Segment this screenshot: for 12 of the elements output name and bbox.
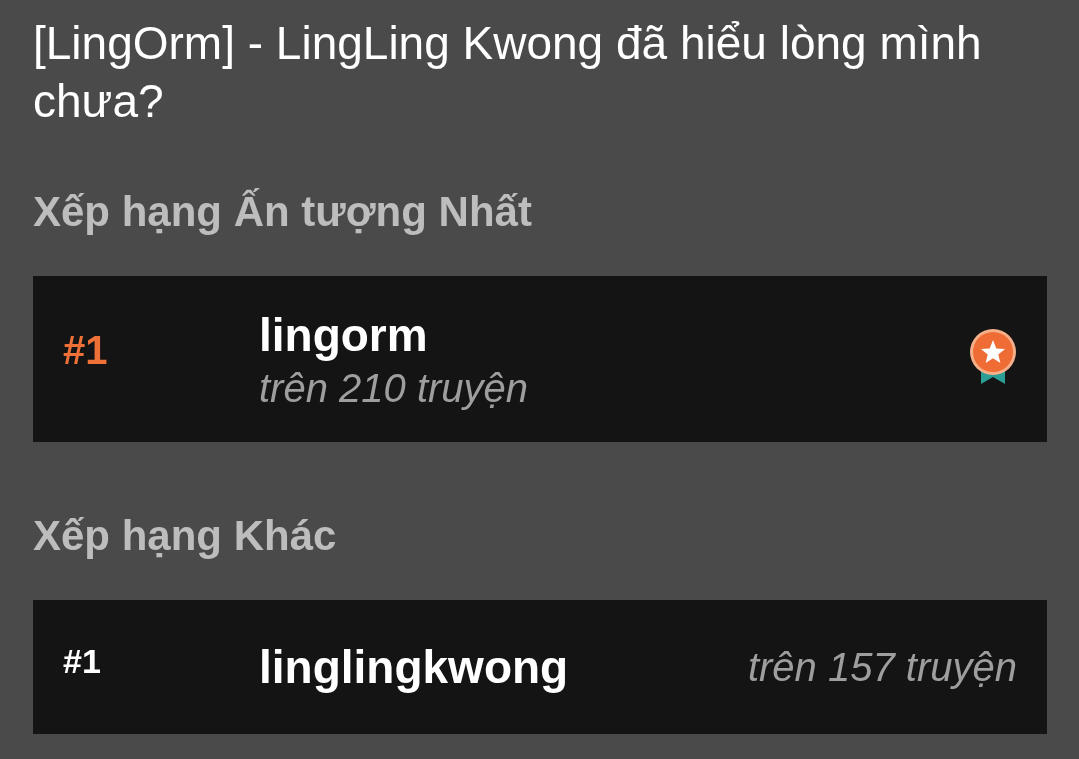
- ranking-card[interactable]: #1 lingorm trên 210 truyện: [33, 276, 1047, 442]
- tag-name: lingorm: [259, 307, 429, 362]
- story-count: trên 157 truyện: [747, 644, 1017, 690]
- section-heading: Xếp hạng Khác: [33, 511, 338, 561]
- story-title: [LingOrm] - LingLing Kwong đã hiểu lòng mình chưa?: [33, 16, 983, 129]
- section-heading: Xếp hạng Ấn tượng Nhất: [33, 187, 533, 237]
- rank-label: #1: [63, 640, 102, 682]
- tag-name: linglingkwong: [259, 640, 569, 694]
- story-count: trên 210 truyện: [259, 365, 530, 411]
- rank-label: #1: [63, 327, 109, 374]
- ranking-card[interactable]: #1 linglingkwong trên 157 truyện: [33, 600, 1047, 734]
- award-ribbon-icon: [969, 328, 1017, 386]
